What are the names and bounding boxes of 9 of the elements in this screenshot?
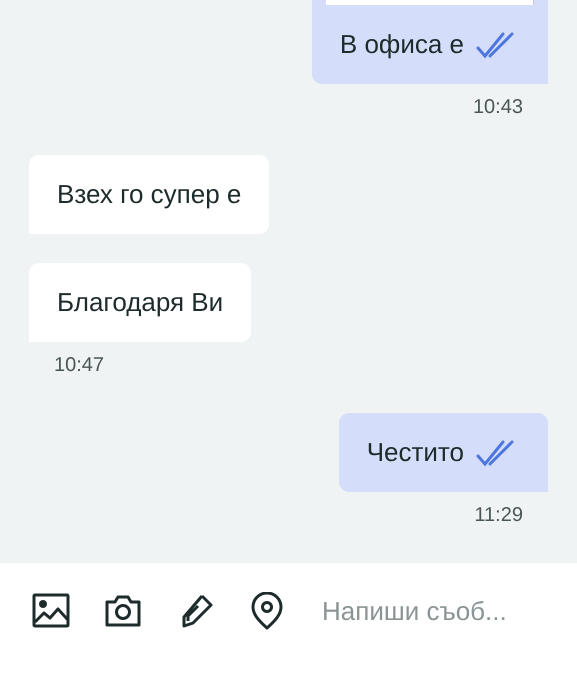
message-input[interactable]: Напиши съоб... [320,590,545,632]
message-text: Честито [366,436,464,469]
message-time: 10:43 [472,95,523,120]
message-time: 10:47 [54,353,104,378]
image-icon[interactable] [32,592,70,630]
message-text: Благодаря Ви [57,286,224,319]
message-text: В офиса е [340,28,464,61]
message-time: 11:29 [474,503,523,528]
message-text: Взех го супер е [57,178,242,211]
